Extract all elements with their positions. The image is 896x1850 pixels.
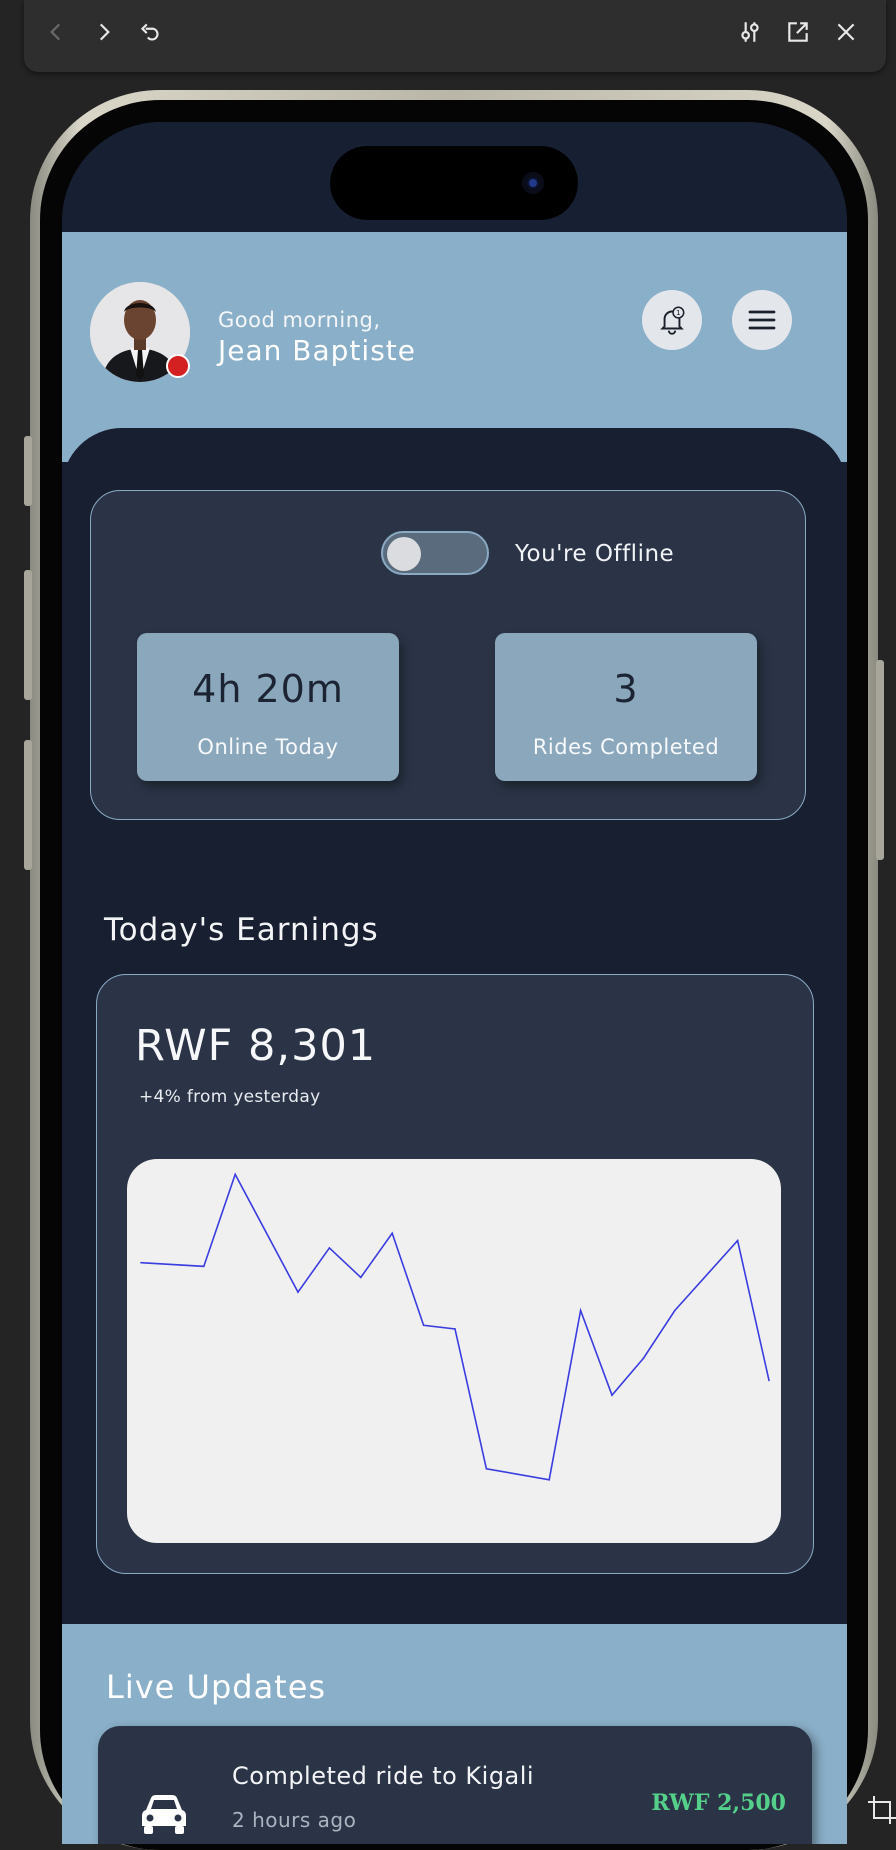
earnings-data-point — [140, 1261, 142, 1264]
forward-button[interactable] — [86, 14, 122, 50]
live-updates-title: Live Updates — [106, 1668, 327, 1706]
earnings-data-point — [674, 1309, 676, 1312]
online-time-value: 4h 20m — [192, 667, 344, 711]
earnings-delta: +4% from yesterday — [139, 1087, 321, 1107]
rides-completed-label: Rides Completed — [532, 735, 720, 759]
earnings-data-point — [360, 1276, 362, 1279]
earnings-data-point — [768, 1379, 770, 1382]
earnings-data-point — [328, 1247, 331, 1249]
offline-status-dot — [166, 354, 190, 378]
reload-button[interactable] — [132, 14, 168, 50]
phone-side-button — [24, 436, 32, 506]
earnings-section-title: Today's Earnings — [104, 912, 379, 948]
sliders-icon — [741, 22, 759, 42]
rides-completed-value: 3 — [613, 667, 639, 711]
online-time-card: 4h 20m Online Today — [137, 633, 399, 781]
phone-side-button — [24, 740, 32, 870]
online-time-label: Online Today — [197, 735, 339, 759]
hamburger-menu-icon — [748, 310, 776, 330]
ride-amount: RWF 2,500 — [651, 1790, 786, 1816]
reload-icon — [140, 23, 159, 41]
earnings-data-point — [422, 1324, 425, 1327]
earnings-line-chart — [140, 1172, 770, 1481]
notifications-button[interactable]: 1 — [642, 290, 702, 350]
earnings-data-point — [611, 1394, 613, 1396]
online-status-label: You're Offline — [515, 541, 675, 567]
settings-button[interactable] — [732, 14, 768, 50]
dynamic-island — [330, 146, 578, 220]
earnings-amount: RWF 8,301 — [135, 1021, 377, 1071]
earnings-data-point — [642, 1357, 645, 1360]
menu-button[interactable] — [732, 290, 792, 350]
earnings-data-point — [234, 1173, 236, 1176]
earnings-data-point — [736, 1239, 739, 1242]
earnings-series-line — [140, 1172, 770, 1481]
earnings-data-point — [203, 1265, 205, 1268]
ride-title: Completed ride to Kigali — [232, 1762, 535, 1790]
external-link-icon — [788, 22, 808, 42]
earnings-data-point — [454, 1328, 456, 1330]
earnings-data-point — [297, 1291, 299, 1293]
greeting: Good morning, — [218, 308, 381, 332]
car-icon — [142, 1795, 186, 1834]
phone-side-button — [876, 660, 884, 860]
close-button[interactable] — [828, 14, 864, 50]
earnings-chart — [127, 1159, 781, 1543]
earnings-data-point — [579, 1309, 582, 1312]
earnings-data-point — [391, 1232, 394, 1235]
earnings-data-point — [485, 1467, 488, 1470]
earnings-card: RWF 8,301 +4% from yesterday — [96, 974, 814, 1574]
open-external-button[interactable] — [780, 14, 816, 50]
earnings-data-point — [548, 1479, 550, 1481]
camera-icon — [522, 172, 544, 194]
bell-icon: 1 — [660, 306, 685, 335]
status-card: You're Offline 4h 20m Online Today 3 Rid… — [90, 490, 806, 820]
close-icon — [837, 23, 855, 41]
app-screen: Good morning, Jean Baptiste 1 You're Off… — [62, 122, 847, 1844]
list-item[interactable]: Completed ride to Kigali 2 hours ago RWF… — [98, 1726, 812, 1844]
ride-time: 2 hours ago — [232, 1808, 357, 1832]
chevron-right-icon — [99, 23, 110, 41]
driver-name: Jean Baptiste — [218, 334, 416, 367]
back-button[interactable] — [38, 14, 74, 50]
toggle-knob — [387, 537, 421, 571]
browser-toolbar — [24, 0, 886, 72]
chevron-left-icon — [50, 23, 61, 41]
rides-completed-card: 3 Rides Completed — [495, 633, 757, 781]
crop-icon — [868, 1796, 896, 1824]
notification-count: 1 — [676, 308, 681, 317]
phone-side-button — [24, 570, 32, 700]
online-toggle[interactable] — [381, 531, 489, 575]
